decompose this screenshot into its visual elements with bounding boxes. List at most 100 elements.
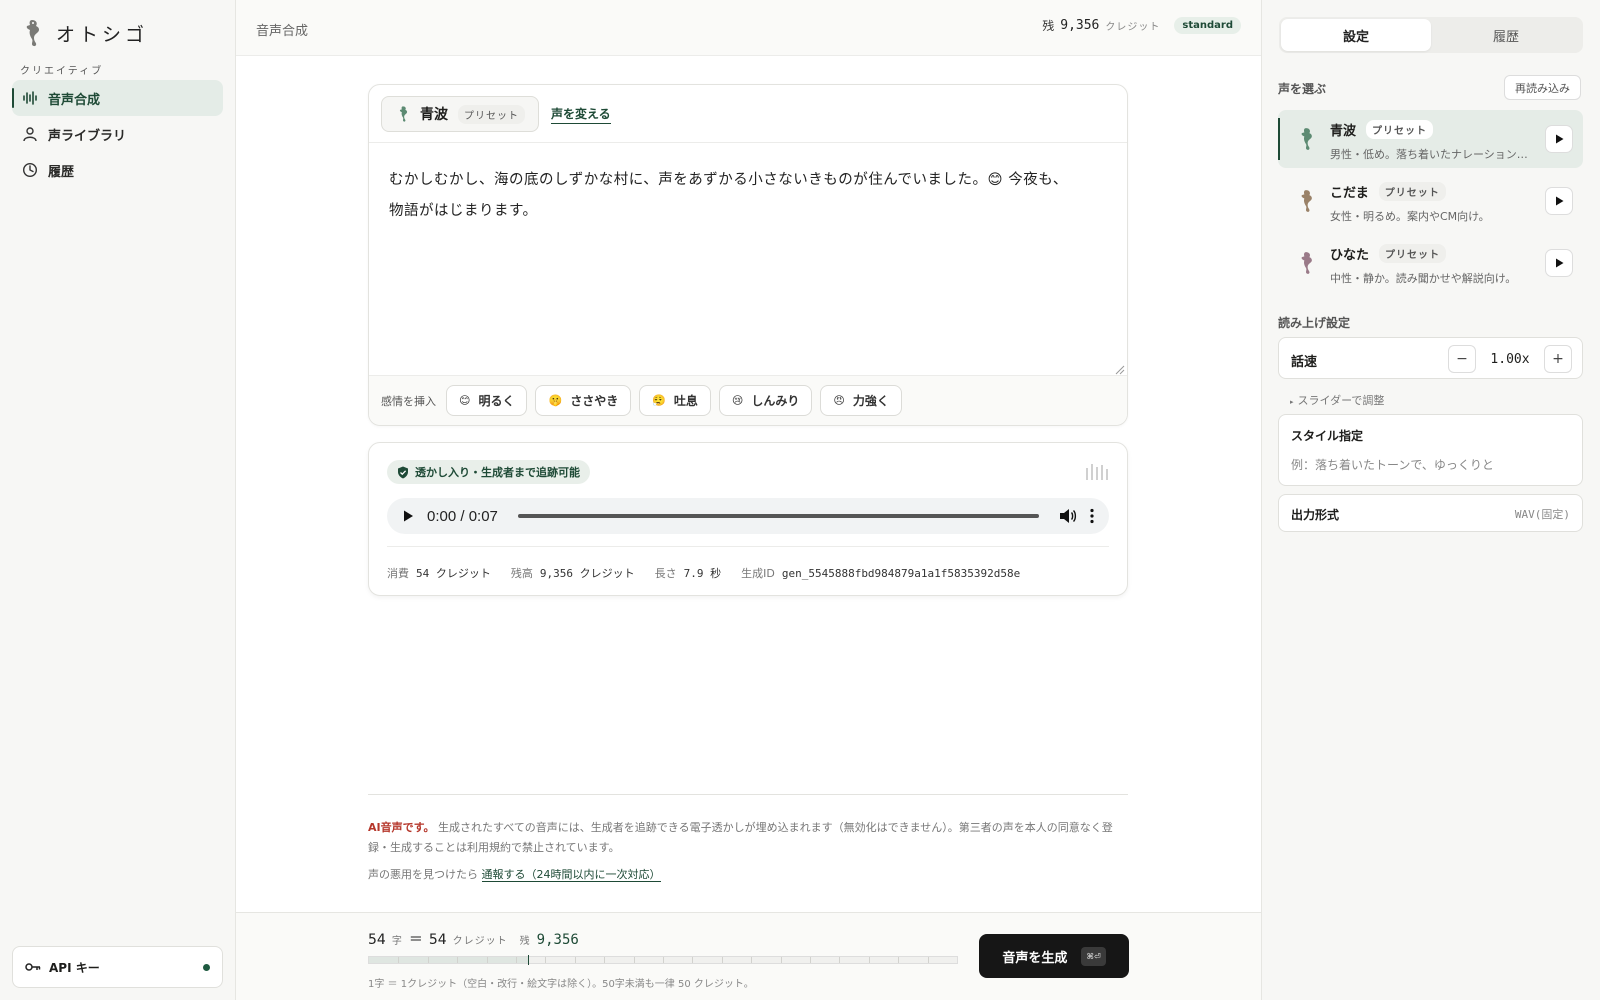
ai-voice-notice: AI音声です。 生成されたすべての音声には、生成者を追跡できる電子透かしが埋め込…: [368, 794, 1128, 885]
voice-card-hinata[interactable]: ひなた プリセット 中性・静か。読み聞かせや解説向け。: [1278, 234, 1583, 292]
emotion-label-text: 力強く: [852, 394, 889, 408]
bottom-bar: 54 字 ＝ 54 クレジット 残 9,356 1字 ＝ 1クレジット（空白・改…: [236, 912, 1261, 1000]
sidebar-item-speech-synthesis[interactable]: 音声合成: [12, 80, 223, 116]
meter-tick: [751, 957, 753, 963]
voice-selector-row: 青波 プリセット 声を変える: [369, 85, 1127, 143]
panel-tabs: 設定 履歴: [1279, 17, 1583, 53]
divider: [387, 546, 1109, 547]
voice-card-kodama[interactable]: こだま プリセット 女性・明るめ。案内やCM向け。: [1278, 172, 1583, 230]
meter-tick: [927, 957, 929, 963]
meta-generation-id: 生成ID gen_5545888fbd984879a1a1f5835392d58…: [741, 565, 1020, 581]
tab-history[interactable]: 履歴: [1431, 19, 1581, 51]
credit-value: 9,356: [1060, 18, 1100, 33]
play-icon: [1555, 258, 1563, 268]
meta-label: 消費: [387, 567, 409, 580]
change-voice-link[interactable]: 声を変える: [551, 105, 611, 124]
topbar: 音声合成 残 9,356 クレジット standard: [236, 0, 1261, 56]
meta-consumed: 消費 54 クレジット: [387, 565, 491, 581]
generate-button[interactable]: 音声を生成 ⌘⏎: [979, 934, 1129, 978]
usage-meter: [368, 955, 958, 965]
voice-card-aonami[interactable]: 青波 プリセット 男性・低め。落ち着いたナレーション向け。: [1278, 110, 1583, 168]
generate-label: 音声を生成: [1002, 950, 1068, 966]
voice-preview-play-button[interactable]: [1545, 249, 1573, 277]
sidebar-nav: 音声合成 声ライブラリ 履歴: [12, 80, 223, 188]
voice-name: こだま: [1330, 186, 1369, 201]
meter-tick: [545, 957, 547, 963]
voice-card-title: ひなた プリセット: [1330, 244, 1447, 263]
report-link[interactable]: 通報する（24時間以内に一次対応）: [481, 868, 661, 882]
style-label: スタイル指定: [1291, 429, 1364, 443]
voice-tag: プリセット: [1366, 120, 1434, 139]
resize-handle-icon[interactable]: [1115, 365, 1125, 375]
watermark-badge: 透かし入り・生成者まで追跡可能: [387, 460, 590, 484]
sidebar-item-history[interactable]: 履歴: [12, 152, 223, 188]
emotion-button-whisper[interactable]: 🤫 ささやき: [535, 385, 632, 416]
report-line: 声の悪用を見つけたら 通報する（24時間以内に一次対応）: [368, 865, 1128, 885]
credit-prefix: 残: [1042, 19, 1055, 33]
meter-tick: [839, 957, 841, 963]
voice-card-title: こだま プリセット: [1330, 182, 1446, 201]
meter-tick: [457, 957, 459, 963]
notice-body: AI音声です。 生成されたすべての音声には、生成者を追跡できる電子透かしが埋め込…: [368, 818, 1128, 858]
audio-result-card: 透かし入り・生成者まで追跡可能 0:00 / 0:07 消費 54 クレジット …: [368, 442, 1128, 596]
volume-icon[interactable]: [1059, 508, 1077, 524]
emotion-label-text: しんみり: [751, 394, 800, 408]
meter-tick: [868, 957, 870, 963]
key-icon: [25, 963, 41, 971]
emotion-button-strong[interactable]: 😠 力強く: [820, 385, 902, 416]
smile-emoji-icon: 😊: [459, 394, 471, 407]
char-unit: 字: [391, 936, 403, 947]
char-count: 54: [368, 932, 386, 948]
ai-voice-label: AI音声です。: [368, 821, 435, 834]
credit-balance: 残 9,356 クレジット standard: [1042, 17, 1241, 34]
play-icon[interactable]: [401, 509, 415, 523]
main-area: 音声合成 残 9,356 クレジット standard 青波 プリセット 声を変…: [236, 0, 1261, 1000]
speed-label: 話速: [1291, 355, 1318, 370]
meter-tick: [692, 957, 694, 963]
shush-emoji-icon: 🤫: [548, 394, 563, 407]
voice-tag: プリセット: [458, 104, 525, 124]
script-textarea[interactable]: むかしむかし、海の底のしずかな村に、声をあずかる小さないきものが住んでいました。…: [369, 143, 1127, 375]
text-editor-card: 青波 プリセット 声を変える むかしむかし、海の底のしずかな村に、声をあずかる小…: [368, 84, 1128, 426]
meta-value: 54 クレジット: [416, 567, 491, 580]
tab-settings[interactable]: 設定: [1281, 19, 1431, 51]
sad-emoji-icon: 😢: [731, 394, 744, 407]
meter-tick: [780, 957, 782, 963]
api-key-button[interactable]: API キー: [12, 946, 223, 988]
seahorse-avatar-icon: [1301, 190, 1312, 212]
generation-meta: 消費 54 クレジット 残高 9,356 クレジット 長さ 7.9 秒 生成ID…: [387, 565, 1020, 581]
emotion-button-bright[interactable]: 😊 明るく: [446, 385, 528, 416]
style-input-box[interactable]: スタイル指定 例：落ち着いたトーンで、ゆっくりと: [1278, 414, 1583, 486]
emotion-button-sigh[interactable]: 😮‍💨 吐息: [639, 385, 711, 416]
meta-value[interactable]: gen_5545888fbd984879a1a1f5835392d58e: [782, 567, 1020, 580]
audio-progress-track[interactable]: [517, 514, 1039, 518]
meter-tick: [604, 957, 606, 963]
slider-toggle[interactable]: ▸ スライダーで調整: [1290, 392, 1384, 408]
emotion-insert-row: 感情を挿入 😊 明るく 🤫 ささやき 😮‍💨 吐息 😢 しんみり 😠 力強く: [369, 375, 1127, 425]
person-icon: [23, 127, 37, 142]
sidebar-item-voice-library[interactable]: 声ライブラリ: [12, 116, 223, 152]
speed-value[interactable]: 1.00x: [1486, 352, 1534, 367]
rest-prefix: 残: [519, 936, 531, 947]
speed-control: 話速 − 1.00x +: [1278, 337, 1583, 379]
current-voice-name: 青波: [420, 107, 448, 123]
meta-value: 9,356 クレジット: [539, 567, 635, 580]
speed-increase-button[interactable]: +: [1544, 345, 1572, 373]
play-icon: [1555, 134, 1563, 144]
voice-section-title: 声を選ぶ: [1278, 82, 1327, 96]
speed-decrease-button[interactable]: −: [1448, 345, 1476, 373]
meter-tick: [427, 957, 429, 963]
script-text-line: むかしむかし、海の底のしずかな村に、声をあずかる小さないきものが住んでいました。…: [389, 172, 1068, 188]
brand[interactable]: オトシゴ: [20, 18, 148, 48]
sidebar: オトシゴ クリエイティブ 音声合成 声ライブラリ 履歴 API キー: [0, 0, 236, 1000]
meter-tick: [486, 957, 488, 963]
meta-label: 残高: [510, 567, 533, 580]
voice-preview-play-button[interactable]: [1545, 125, 1573, 153]
voice-preview-play-button[interactable]: [1545, 187, 1573, 215]
reload-button[interactable]: 再読み込み: [1504, 75, 1581, 100]
meta-value: 7.9 秒: [683, 567, 722, 580]
current-voice-chip[interactable]: 青波 プリセット: [381, 96, 539, 132]
emotion-button-sad[interactable]: 😢 しんみり: [718, 385, 813, 416]
more-vertical-icon[interactable]: [1089, 508, 1095, 524]
seahorse-avatar-icon: [1301, 128, 1312, 150]
